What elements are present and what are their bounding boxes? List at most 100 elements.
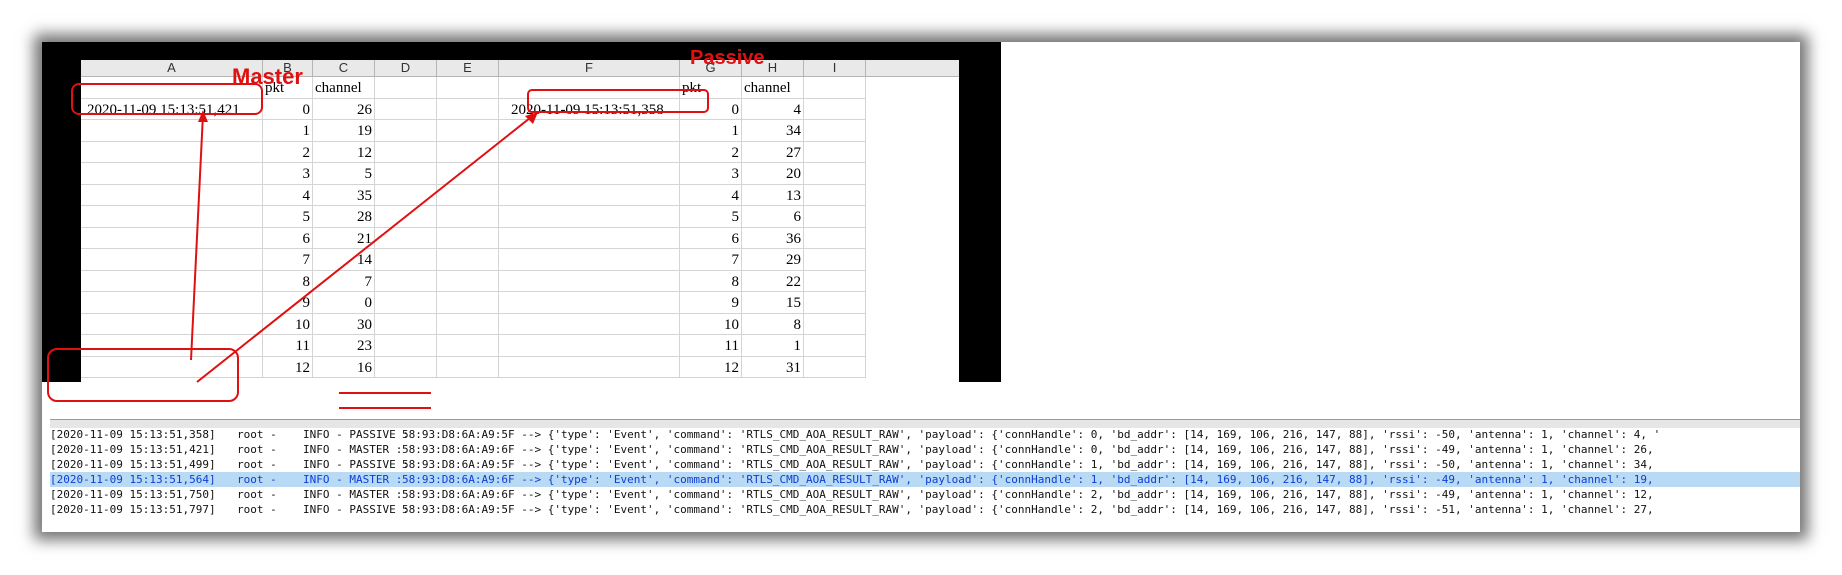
cell[interactable] [375, 356, 437, 378]
cell[interactable] [499, 184, 680, 206]
cell[interactable] [375, 120, 437, 142]
cell-pkt[interactable]: 4 [680, 184, 742, 206]
cell-pkt[interactable]: 12 [263, 356, 313, 378]
cell[interactable] [437, 141, 499, 163]
cell[interactable] [375, 163, 437, 185]
cell[interactable] [81, 249, 263, 271]
cell-channel[interactable]: 36 [742, 227, 804, 249]
cell[interactable] [437, 227, 499, 249]
cell-passive-timestamp[interactable]: 2020-11-09 15:13:51,358 [499, 98, 680, 120]
cell[interactable] [804, 249, 866, 271]
cell-channel[interactable]: 34 [742, 120, 804, 142]
cell[interactable] [499, 249, 680, 271]
log-line[interactable]: [2020-11-09 15:13:51,797] root - INFO - PA… [50, 502, 1800, 517]
cell-pkt[interactable]: 9 [263, 292, 313, 314]
cell[interactable] [437, 98, 499, 120]
cell[interactable] [804, 292, 866, 314]
cell[interactable] [375, 292, 437, 314]
cell-channel[interactable]: 1 [742, 335, 804, 357]
cell[interactable] [437, 356, 499, 378]
cell[interactable] [437, 270, 499, 292]
cell[interactable] [375, 270, 437, 292]
cell[interactable] [81, 184, 263, 206]
cell[interactable] [81, 270, 263, 292]
cell[interactable] [499, 206, 680, 228]
cell-channel[interactable]: 5 [313, 163, 375, 185]
cell-pkt[interactable]: 2 [680, 141, 742, 163]
log-line[interactable]: [2020-11-09 15:13:51,750] root - INFO - MA… [50, 487, 1800, 502]
cell[interactable] [375, 249, 437, 271]
cell-pkt[interactable]: 6 [680, 227, 742, 249]
log-line[interactable]: [2020-11-09 15:13:51,358] root - INFO - PA… [50, 427, 1800, 442]
cell[interactable] [437, 120, 499, 142]
cell[interactable] [81, 356, 263, 378]
cell-channel[interactable]: 14 [313, 249, 375, 271]
cell[interactable] [804, 227, 866, 249]
cell[interactable] [437, 163, 499, 185]
cell-channel[interactable]: 27 [742, 141, 804, 163]
cell-channel[interactable]: 22 [742, 270, 804, 292]
cell-pkt[interactable]: 8 [263, 270, 313, 292]
cell[interactable] [81, 163, 263, 185]
cell[interactable] [499, 163, 680, 185]
cell[interactable] [437, 335, 499, 357]
cell-pkt[interactable]: 0 [263, 98, 313, 120]
column-header-i[interactable]: I [804, 60, 866, 76]
cell[interactable] [375, 313, 437, 335]
cell-channel[interactable]: 19 [313, 120, 375, 142]
cell-e-header[interactable] [437, 77, 499, 99]
log-line[interactable]: [2020-11-09 15:13:51,499] root - INFO - PA… [50, 457, 1800, 472]
cell[interactable] [437, 184, 499, 206]
column-header-f[interactable]: F [499, 60, 680, 76]
cell[interactable] [375, 184, 437, 206]
cell[interactable] [804, 335, 866, 357]
cell-pkt[interactable]: 9 [680, 292, 742, 314]
cell[interactable] [804, 270, 866, 292]
column-header-e[interactable]: E [437, 60, 499, 76]
cell-channel[interactable]: 0 [313, 292, 375, 314]
cell-channel[interactable]: 12 [313, 141, 375, 163]
cell[interactable] [804, 206, 866, 228]
cell[interactable] [499, 141, 680, 163]
cell-channel[interactable]: 35 [313, 184, 375, 206]
cell-master-timestamp[interactable]: 2020-11-09 15:13:51,421 [81, 98, 263, 120]
cell[interactable] [437, 249, 499, 271]
cell[interactable] [81, 120, 263, 142]
cell-pkt[interactable]: 3 [263, 163, 313, 185]
cell-d-header[interactable] [375, 77, 437, 99]
cell[interactable] [81, 141, 263, 163]
cell-pkt[interactable]: 1 [263, 120, 313, 142]
cell-channel[interactable]: 13 [742, 184, 804, 206]
cell-channel[interactable]: 7 [313, 270, 375, 292]
cell[interactable] [81, 313, 263, 335]
cell[interactable] [375, 227, 437, 249]
cell[interactable] [81, 227, 263, 249]
cell-pkt[interactable]: 7 [680, 249, 742, 271]
cell[interactable] [804, 120, 866, 142]
cell-channel[interactable]: 15 [742, 292, 804, 314]
cell-channel[interactable]: 6 [742, 206, 804, 228]
cell-pkt[interactable]: 8 [680, 270, 742, 292]
cell[interactable] [81, 206, 263, 228]
cell[interactable] [804, 98, 866, 120]
cell-channel[interactable]: 21 [313, 227, 375, 249]
cell[interactable] [499, 227, 680, 249]
cell-channel[interactable]: 26 [313, 98, 375, 120]
cell[interactable] [437, 313, 499, 335]
cell-pkt[interactable]: 6 [263, 227, 313, 249]
cell-pkt[interactable]: 7 [263, 249, 313, 271]
cell[interactable] [437, 206, 499, 228]
cell[interactable] [804, 141, 866, 163]
cell[interactable] [499, 120, 680, 142]
cell-pkt[interactable]: 12 [680, 356, 742, 378]
cell-pkt[interactable]: 3 [680, 163, 742, 185]
cell-pkt[interactable]: 10 [263, 313, 313, 335]
cell[interactable] [81, 292, 263, 314]
cell[interactable] [499, 292, 680, 314]
cell-channel[interactable]: 29 [742, 249, 804, 271]
cell-g-header[interactable]: pkt [680, 77, 742, 99]
cell[interactable] [375, 141, 437, 163]
cell-pkt[interactable]: 11 [680, 335, 742, 357]
cell-c-header[interactable]: channel [313, 77, 375, 99]
cell[interactable] [499, 313, 680, 335]
